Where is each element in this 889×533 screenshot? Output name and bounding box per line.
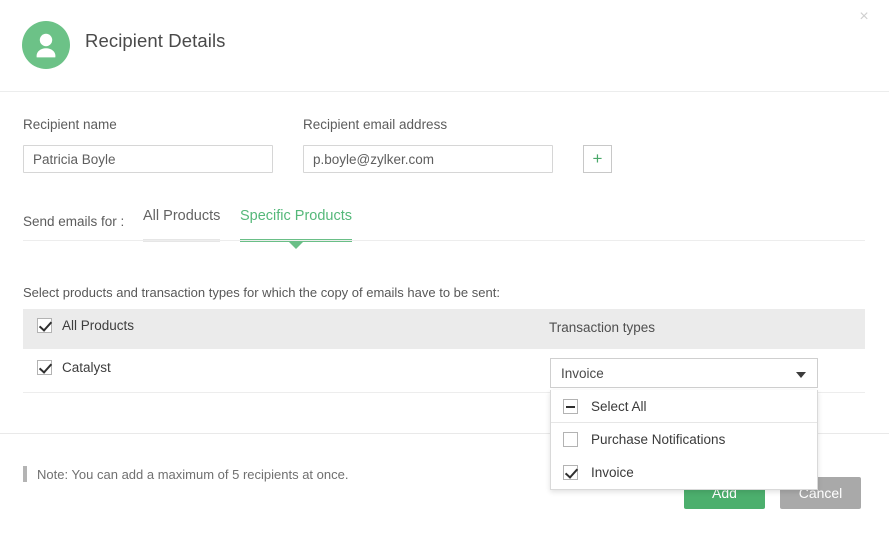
recipient-email-input[interactable] [303,145,553,173]
send-emails-for-label: Send emails for : [23,214,125,229]
recipient-name-input[interactable] [23,145,273,173]
table-header-row: All Products Transaction types [23,309,865,349]
transaction-types-column-header: Transaction types [549,320,656,335]
tab-specific-products[interactable]: Specific Products [240,208,353,249]
product-checkbox-catalyst[interactable] [37,360,52,375]
dropdown-option-select-all[interactable]: Select All [551,390,817,423]
dropdown-option-purchase-notifications[interactable]: Purchase Notifications [551,423,817,456]
recipient-email-label: Recipient email address [303,117,448,132]
header-select-all-cell[interactable]: All Products [37,318,134,333]
tab-all-products-label: All Products [143,208,221,224]
dropdown-option-invoice[interactable]: Invoice [551,456,817,489]
recipient-name-label: Recipient name [23,117,117,132]
transaction-types-select[interactable]: Invoice [550,358,818,388]
product-label-catalyst: Catalyst [62,360,111,375]
note-text: Note: You can add a maximum of 5 recipie… [37,466,349,482]
tab-specific-products-label: Specific Products [240,208,353,224]
select-all-products-checkbox[interactable] [37,318,52,333]
tabs-baseline-divider [23,240,865,241]
transaction-types-select-value: Invoice [561,366,604,381]
note-accent-bar [23,466,27,482]
user-avatar-icon [22,21,70,69]
product-cell-catalyst[interactable]: Catalyst [37,360,111,375]
dropdown-label-select-all: Select All [591,398,647,414]
dropdown-checkbox-select-all[interactable] [563,398,578,414]
dropdown-checkbox-invoice[interactable] [563,465,578,480]
dropdown-checkbox-purchase-notifications[interactable] [563,432,578,447]
dropdown-label-invoice: Invoice [591,465,634,480]
select-all-products-label: All Products [62,318,135,333]
tab-all-products[interactable]: All Products [143,208,221,242]
transaction-types-dropdown-panel: Select All Purchase Notifications Invoic… [550,390,818,490]
note-banner: Note: You can add a maximum of 5 recipie… [23,466,348,482]
dialog-header: Recipient Details × [0,0,889,92]
page-title: Recipient Details [85,30,226,51]
chevron-down-icon [796,372,806,378]
tab-active-caret-icon [289,242,304,249]
close-icon[interactable]: × [851,4,877,30]
dropdown-label-purchase-notifications: Purchase Notifications [591,432,726,447]
instruction-text: Select products and transaction types fo… [23,285,500,300]
add-recipient-row-button[interactable]: + [583,145,612,173]
recipient-details-dialog: Recipient Details × Recipient name Recip… [0,0,889,533]
